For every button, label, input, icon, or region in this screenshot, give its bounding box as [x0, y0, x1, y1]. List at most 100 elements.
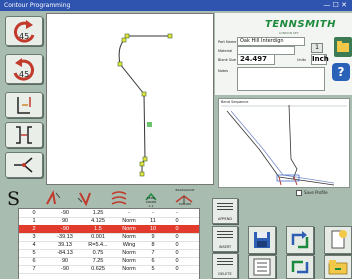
cell-length: R=5.4... — [88, 242, 108, 248]
list-view-button[interactable] — [248, 255, 276, 279]
blank-size-field[interactable]: 24.497 — [237, 54, 275, 65]
copy-profile-icon — [291, 260, 309, 274]
s-bend-icon[interactable]: S — [7, 188, 20, 210]
insert-label: INSERT — [218, 245, 232, 249]
cell-position: 5 — [151, 266, 155, 272]
transfer-button[interactable] — [286, 226, 314, 254]
cell-length: 0.625 — [91, 266, 105, 272]
cell-direction: 0 — [175, 266, 179, 272]
insert-button[interactable]: INSERT — [212, 226, 238, 252]
cell-type: Norm — [122, 258, 136, 264]
rotate-ccw-value: 45 — [19, 32, 30, 41]
cell-index: 4 — [32, 242, 36, 248]
cell-angle: -90 — [61, 210, 69, 216]
left-toolbar: 45 45 — [2, 14, 44, 184]
help-button[interactable]: ? — [332, 63, 350, 81]
cell-position: 11 — [150, 218, 156, 224]
row-actions: APPEND INSERT DELETE — [210, 196, 240, 279]
vertex-handle[interactable] — [121, 37, 127, 43]
split-tool-button[interactable] — [5, 152, 43, 178]
copy-profile-button[interactable] — [286, 255, 314, 279]
cell-type: Norm — [122, 266, 136, 272]
save-profile-toggle[interactable]: Save Profile — [296, 190, 328, 196]
open-folder-button[interactable] — [334, 37, 352, 57]
cell-position: 10 — [149, 226, 157, 232]
cell-length: 1.5 — [94, 226, 102, 232]
profile-drawing — [117, 33, 173, 177]
flip-horizontal-button[interactable] — [5, 122, 43, 148]
help-icon: ? — [337, 65, 345, 79]
brand-logo: TENNSMITH — [265, 19, 336, 30]
bend-up-icon — [77, 192, 91, 207]
profile-canvas[interactable] — [46, 13, 214, 185]
bend-sequence-title: Bend Sequence — [221, 100, 249, 104]
cell-index: 7 — [32, 266, 36, 272]
flip-vertical-button[interactable] — [5, 92, 43, 118]
cell-position: 7 — [151, 250, 155, 256]
list-view-icon — [253, 258, 271, 276]
brand-tagline: · LONDON SET · — [277, 31, 301, 35]
part-name-label: Part Name — [218, 40, 237, 44]
bend-up-button[interactable] — [74, 188, 96, 208]
backgauge-square-label: SQUARE — [178, 202, 192, 206]
hem-button[interactable] — [108, 188, 130, 208]
export-folder-icon — [328, 260, 348, 275]
bend-preview — [221, 104, 347, 186]
append-label: APPEND — [217, 217, 233, 221]
delete-button[interactable]: DELETE — [212, 253, 238, 279]
cell-index: 3 — [32, 234, 36, 240]
vertex-handle[interactable] — [141, 91, 147, 97]
append-button[interactable]: APPEND — [212, 198, 238, 224]
list-icon — [217, 203, 233, 212]
cell-index: 0 — [32, 210, 36, 216]
vertex-handle[interactable] — [124, 33, 130, 39]
app-window: Contour Programming — ☐ ✕ 45 45 TENNSMIT… — [0, 0, 352, 279]
vertex-handle[interactable] — [139, 171, 145, 177]
rotate-ccw-button[interactable]: 45 — [5, 16, 43, 46]
send-order-button[interactable]: SEND ORDER 1-1 — [140, 188, 162, 208]
rotate-cw-button[interactable]: 45 — [5, 54, 43, 84]
window-title: Contour Programming — [4, 2, 71, 9]
material-picker-button[interactable]: 1 — [311, 43, 323, 53]
save-profile-checkbox[interactable] — [296, 190, 302, 196]
cell-angle: 90 — [61, 218, 69, 224]
cell-length: 7.25 — [92, 258, 104, 264]
export-button[interactable] — [324, 255, 352, 279]
cell-length: 1.25 — [92, 210, 104, 216]
new-document-button[interactable] — [324, 226, 352, 254]
cell-angle: 90 — [61, 258, 69, 264]
cell-index: 1 — [32, 218, 36, 224]
cell-index: 5 — [32, 250, 36, 256]
folder-icon — [337, 41, 349, 52]
vertex-handle[interactable] — [142, 156, 148, 162]
flip-horizontal-icon — [16, 126, 32, 144]
vertex-handle[interactable] — [167, 33, 173, 39]
bend-sequence-panel: Bend Sequence — [218, 98, 350, 188]
bend-down-icon — [46, 190, 61, 205]
notes-label: Notes — [218, 69, 229, 73]
cell-type: - — [128, 210, 130, 216]
window-controls[interactable]: — ☐ ✕ — [323, 0, 347, 11]
part-info-panel: TENNSMITH · LONDON SET · Part Name Oak H… — [215, 13, 352, 95]
units-select[interactable]: Inch — [311, 54, 329, 65]
backgauge-button[interactable]: BACKGAUGE SQUARE — [170, 188, 200, 208]
cell-direction: 0 — [175, 218, 179, 224]
cell-length: 4.125 — [91, 218, 105, 224]
cell-angle: -39.13 — [57, 234, 73, 240]
vertex-handle[interactable] — [139, 161, 145, 167]
notes-field[interactable] — [237, 67, 325, 91]
cell-direction: 0 — [175, 242, 179, 248]
material-label: Material — [218, 49, 233, 53]
cell-length: 0.001 — [91, 234, 105, 240]
cell-angle: -90 — [61, 266, 69, 272]
cell-direction: - — [176, 210, 178, 216]
save-button[interactable] — [248, 226, 276, 254]
cell-type: Norm — [122, 250, 136, 256]
bend-down-button[interactable] — [42, 188, 64, 208]
vertex-handle[interactable] — [117, 61, 123, 67]
cell-type: Wing — [122, 242, 136, 248]
cell-direction: 0 — [175, 250, 179, 256]
cell-angle: 39.13 — [58, 242, 72, 248]
part-name-field[interactable]: Oak Hill Interdign — [237, 37, 305, 46]
table-row[interactable]: 7 -90 0.625 Norm 5 0 — [19, 265, 199, 274]
